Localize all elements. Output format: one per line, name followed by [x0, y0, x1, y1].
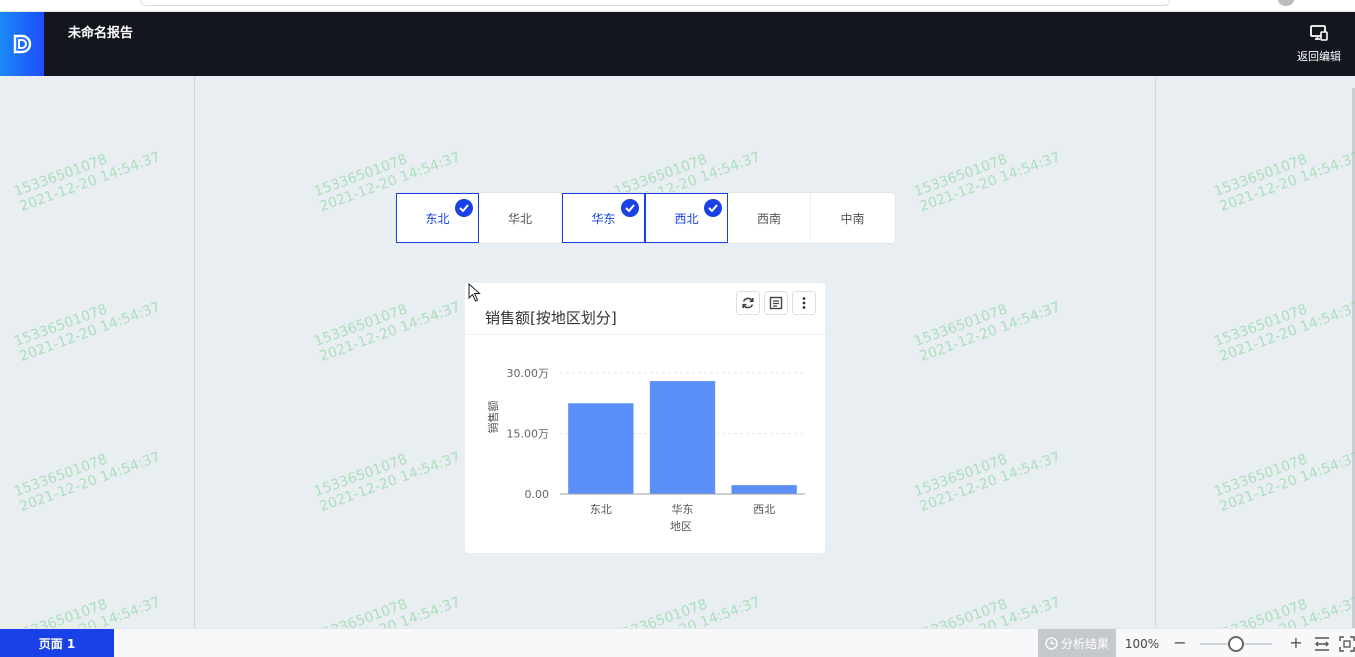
- filter-chip-label: 华东: [591, 211, 616, 226]
- check-icon: [704, 199, 722, 217]
- filter-chip[interactable]: 中南: [811, 193, 894, 243]
- mouse-cursor: [468, 283, 481, 302]
- filter-chip[interactable]: 华东: [562, 193, 645, 243]
- filter-chip-label: 西北: [674, 211, 699, 226]
- x-tick-label: 华东: [672, 502, 694, 516]
- filter-chip[interactable]: 西北: [645, 193, 728, 243]
- watermark: 15336501078 2021-12-20 14:54:37: [12, 299, 163, 366]
- zoom-slider-handle[interactable]: [1228, 636, 1244, 652]
- filter-chip-label: 华北: [507, 211, 532, 226]
- region-filter: 东北 华北 华东 西北 西南 中南: [396, 193, 895, 243]
- filter-chip[interactable]: 东北: [396, 193, 479, 243]
- back-edit-button[interactable]: 返回编辑: [1291, 24, 1347, 64]
- bottom-bar: 页面 1 分析结果 100% − +: [0, 628, 1355, 657]
- back-edit-label: 返回编辑: [1297, 50, 1341, 63]
- y-tick-label: 30.00万: [507, 367, 550, 380]
- watermark: 15336501078 2021-12-20 14:54:37: [1212, 149, 1355, 216]
- filter-chip-label: 东北: [425, 211, 450, 226]
- refresh-button[interactable]: [736, 291, 760, 315]
- check-icon: [455, 199, 473, 217]
- logo-icon: [13, 34, 32, 54]
- zoom-out-button[interactable]: −: [1172, 633, 1188, 653]
- analysis-button[interactable]: 分析结果: [1038, 629, 1116, 657]
- detail-icon: [769, 296, 783, 310]
- analysis-label: 分析结果: [1060, 637, 1109, 651]
- filter-chip-label: 西南: [756, 211, 781, 226]
- refresh-icon: [742, 297, 754, 309]
- watermark: 15336501078 2021-12-20 14:54:37: [12, 149, 163, 216]
- watermark: 15336501078 2021-12-20 14:54:37: [12, 449, 163, 516]
- filter-chip[interactable]: 华北: [479, 193, 562, 243]
- watermark: 15336501078 2021-12-20 14:54:37: [1212, 299, 1355, 366]
- filter-chip[interactable]: 西南: [728, 193, 811, 243]
- more-button[interactable]: [792, 291, 816, 315]
- bar[interactable]: [731, 485, 797, 494]
- chart-title: 销售额[按地区划分]: [485, 309, 617, 327]
- filter-chip-label: 中南: [840, 211, 865, 226]
- watermark: 15336501078 2021-12-20 14:54:37: [1212, 449, 1355, 516]
- chart-card: 销售额[按地区划分] 0.00 15.00万 30.00万东北 华东 西北 销售额 地区: [465, 283, 825, 553]
- bar[interactable]: [568, 403, 634, 494]
- monitor-edit-icon: [1310, 25, 1328, 41]
- bar-chart: 0.00 15.00万 30.00万东北 华东 西北 销售额 地区: [486, 367, 805, 533]
- check-icon: [621, 199, 639, 217]
- app-header: 未命名报告 返回编辑: [0, 12, 1355, 76]
- fit-page-icon[interactable]: [1339, 636, 1355, 652]
- x-axis-label: 地区: [670, 520, 692, 533]
- y-tick-label: 15.00万: [507, 428, 550, 441]
- zoom-level[interactable]: 100%: [1120, 629, 1164, 657]
- report-title[interactable]: 未命名报告: [68, 22, 133, 41]
- y-axis-label: 销售额: [486, 401, 500, 434]
- page-tab[interactable]: 页面 1: [0, 629, 114, 657]
- profile-dot: [1278, 0, 1294, 6]
- x-tick-label: 西北: [753, 503, 775, 516]
- y-tick-label: 0.00: [525, 488, 550, 501]
- address-bar-edge: [140, 0, 1170, 6]
- analysis-icon: [1045, 637, 1058, 650]
- app-logo[interactable]: [0, 12, 44, 76]
- zoom-in-button[interactable]: +: [1288, 633, 1304, 653]
- bar[interactable]: [649, 381, 716, 494]
- chart-card-header: 销售额[按地区划分]: [465, 283, 825, 335]
- x-tick-label: 东北: [590, 503, 612, 516]
- fit-width-icon[interactable]: [1314, 636, 1330, 652]
- more-icon: [802, 297, 806, 309]
- detail-button[interactable]: [764, 291, 788, 315]
- browser-strip: [0, 0, 1355, 12]
